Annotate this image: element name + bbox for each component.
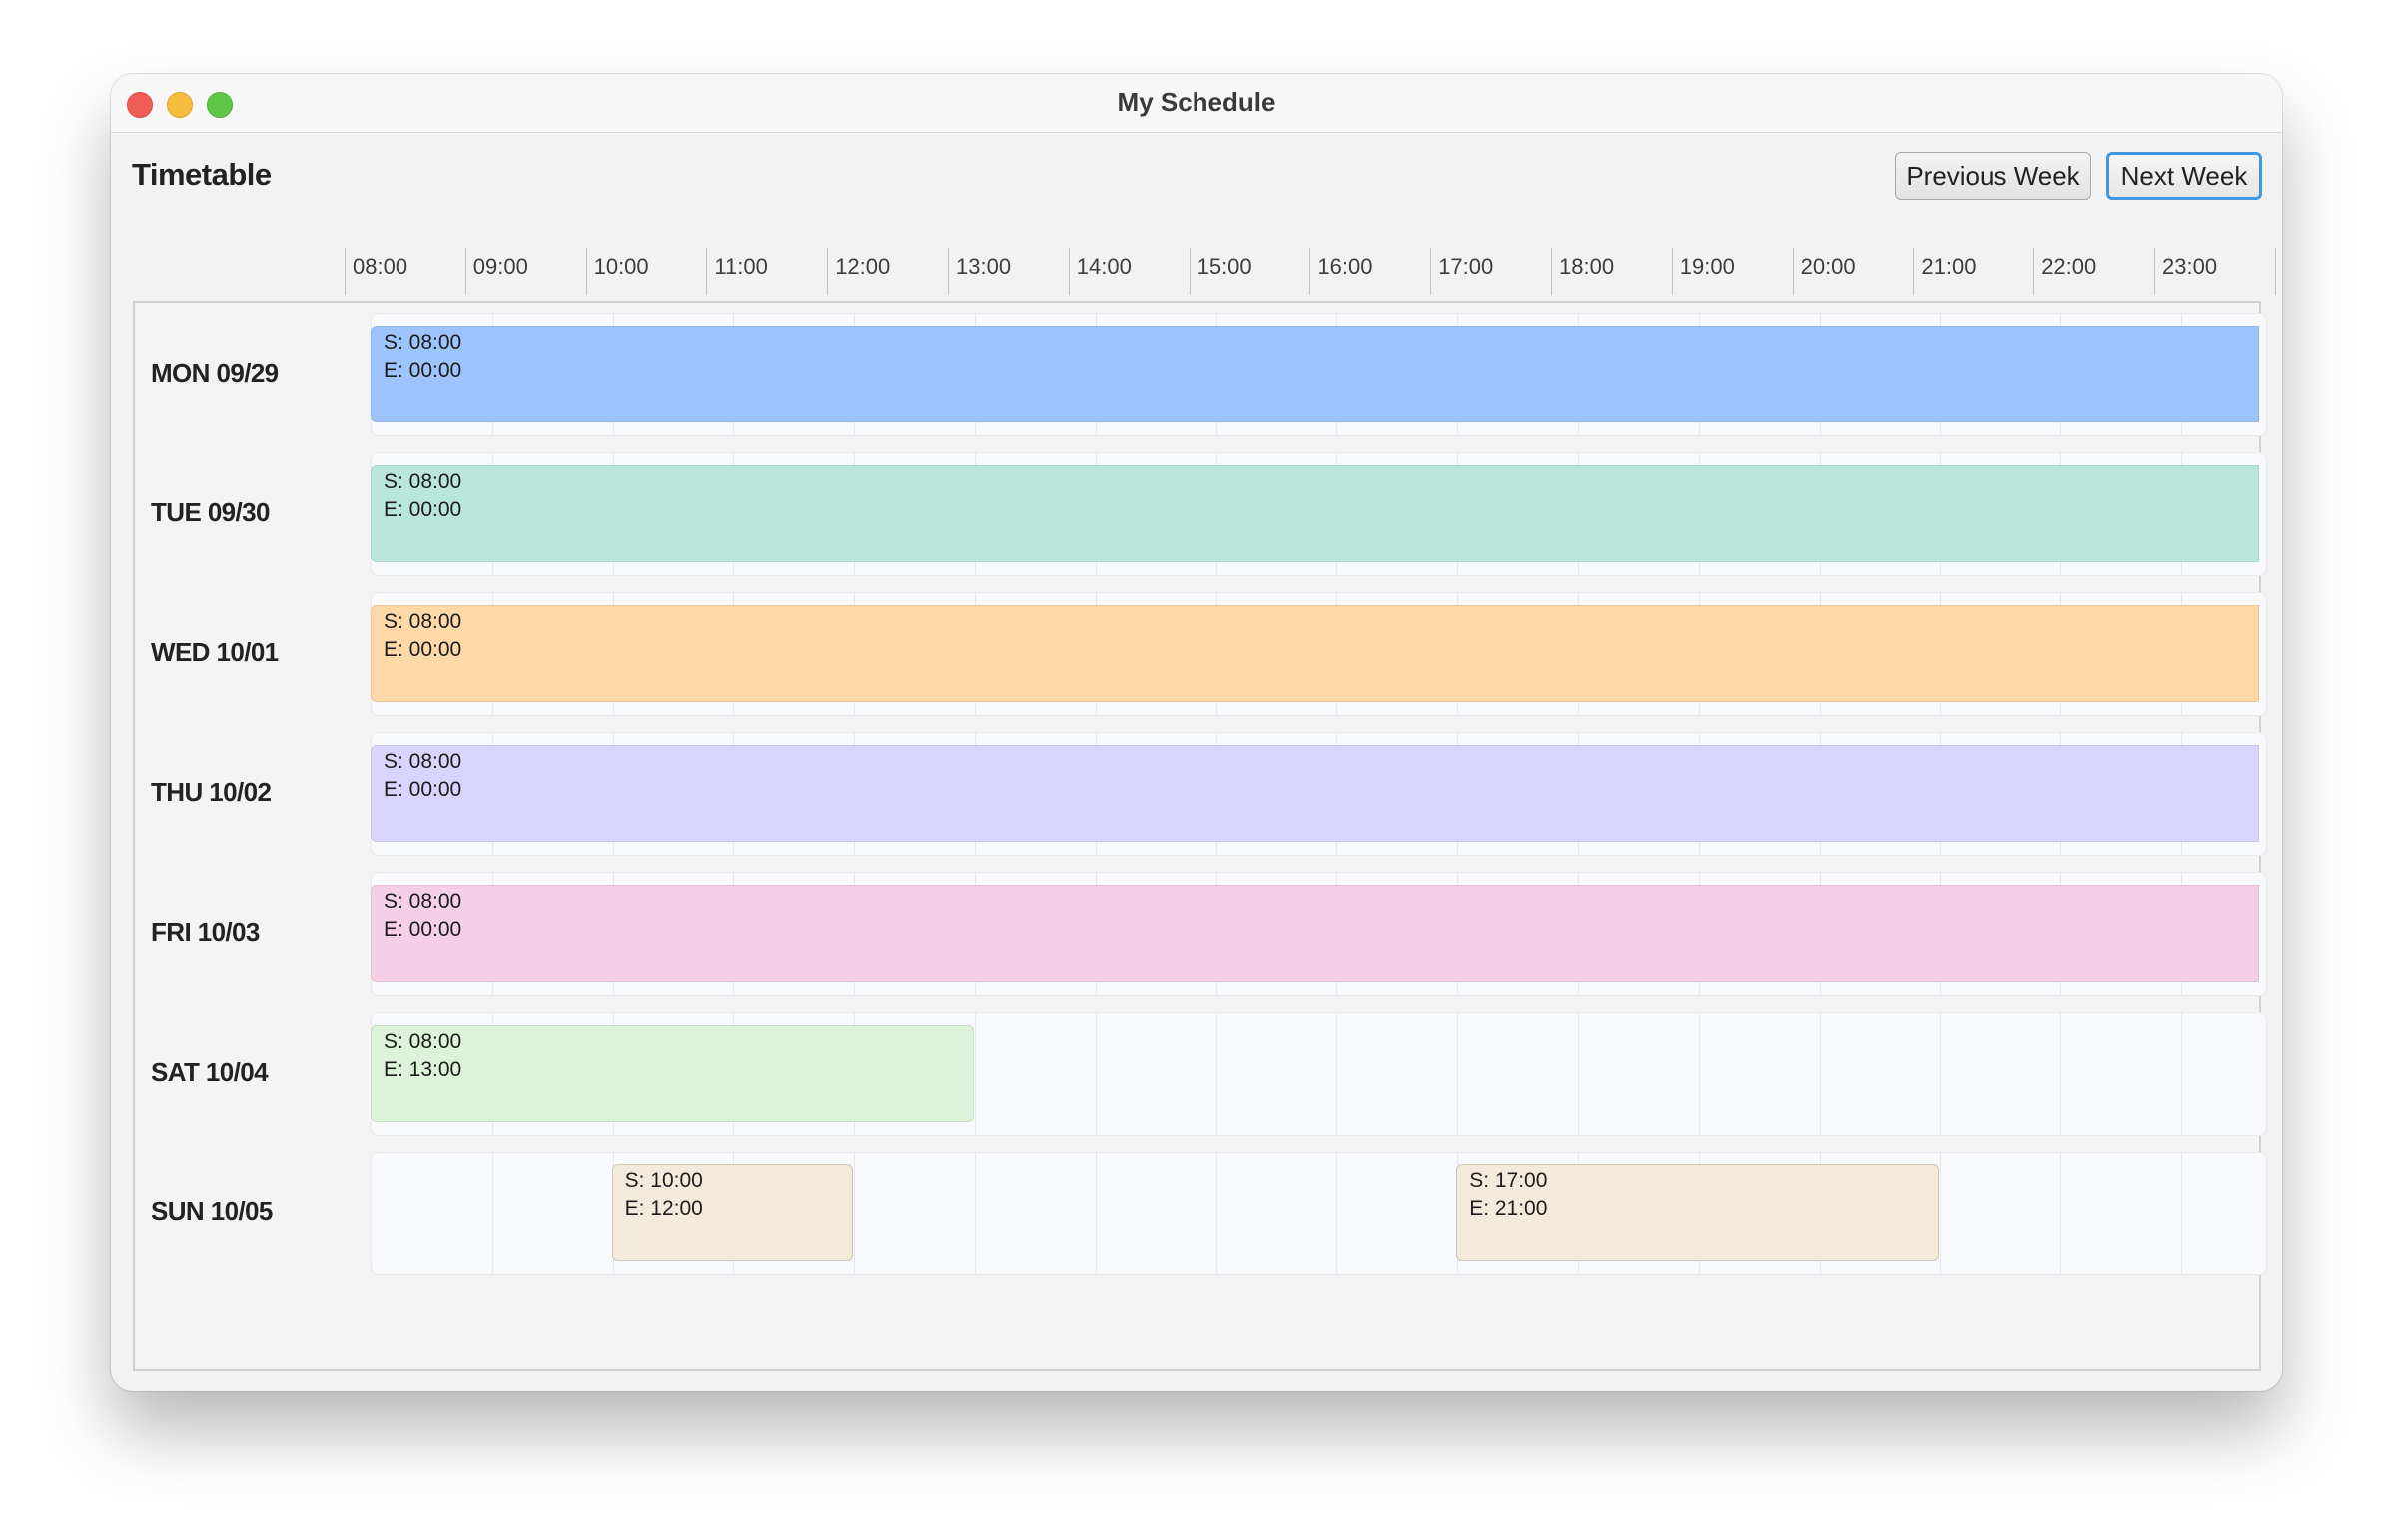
hour-tick <box>827 248 829 295</box>
grid-line <box>2060 1153 2062 1274</box>
hour-tick <box>1068 248 1070 295</box>
hour-label: 13:00 <box>956 254 1012 279</box>
grid-line <box>1457 1013 1459 1135</box>
hour-tick <box>1189 248 1191 295</box>
grid-line <box>1215 1013 1217 1135</box>
grid-line <box>975 1153 976 1274</box>
event-block[interactable]: S: 08:00 E: 13:00 <box>371 1025 974 1122</box>
hour-label: 10:00 <box>593 254 649 279</box>
grid-line <box>2181 1153 2182 1274</box>
grid-line <box>1095 1013 1097 1135</box>
grid-line <box>1578 1013 1579 1135</box>
event-block[interactable]: S: 08:00 E: 00:00 <box>371 885 2259 982</box>
next-week-button[interactable]: Next Week <box>2106 152 2262 200</box>
window-title: My Schedule <box>1117 87 1276 117</box>
hour-tick <box>2274 248 2276 295</box>
hour-tick <box>1551 248 1552 295</box>
grid-line <box>1095 1153 1097 1274</box>
app-window: My Schedule Timetable Previous Week Next… <box>111 74 2282 1391</box>
hour-label: 16:00 <box>1317 254 1373 279</box>
hour-tick <box>464 248 466 295</box>
hour-tick <box>1309 248 1311 295</box>
event-block[interactable]: S: 08:00 E: 00:00 <box>371 605 2259 702</box>
hour-label: 11:00 <box>714 254 768 279</box>
day-label: SAT 10/04 <box>151 1057 269 1087</box>
event-block[interactable]: S: 08:00 E: 00:00 <box>371 465 2259 562</box>
grid-line <box>1940 1153 1942 1274</box>
grid-line <box>491 1153 493 1274</box>
day-label: WED 10/01 <box>151 637 279 667</box>
day-label: FRI 10/03 <box>151 917 260 947</box>
event-start-time: S: 08:00 <box>384 331 462 354</box>
hour-label: 22:00 <box>2041 254 2097 279</box>
grid-line <box>1336 1013 1338 1135</box>
hour-label: 09:00 <box>472 254 528 279</box>
event-start-time: S: 08:00 <box>384 610 462 633</box>
previous-week-button[interactable]: Previous Week <box>1895 152 2091 200</box>
grid-line <box>1819 1013 1821 1135</box>
event-block[interactable]: S: 10:00 E: 12:00 <box>611 1164 854 1261</box>
hour-tick <box>2033 248 2035 295</box>
event-start-time: S: 08:00 <box>384 890 462 913</box>
event-start-time: S: 08:00 <box>384 1030 462 1053</box>
hour-label: 14:00 <box>1076 254 1132 279</box>
page-title: Timetable <box>132 157 272 192</box>
hour-tick <box>585 248 587 295</box>
hour-tick <box>1792 248 1794 295</box>
hour-label: 18:00 <box>1559 254 1615 279</box>
hour-tick <box>948 248 949 295</box>
hour-tick <box>345 248 346 295</box>
event-start-time: S: 08:00 <box>384 470 462 493</box>
day-label: MON 09/29 <box>151 358 279 387</box>
hour-label: 17:00 <box>1438 254 1494 279</box>
hour-tick <box>706 248 708 295</box>
grid-line <box>975 1013 976 1135</box>
day-label: THU 10/02 <box>151 777 272 807</box>
event-end-time: E: 21:00 <box>1469 1197 1548 1220</box>
hour-tick <box>1430 248 1432 295</box>
event-end-time: E: 00:00 <box>384 498 462 521</box>
grid-line <box>1215 1153 1217 1274</box>
grid-line <box>1336 1153 1338 1274</box>
hour-label: 15:00 <box>1196 254 1252 279</box>
grid-line <box>1698 1013 1700 1135</box>
day-label: TUE 09/30 <box>151 497 270 527</box>
hour-tick <box>1913 248 1915 295</box>
event-start-time: S: 17:00 <box>1469 1169 1548 1192</box>
day-label: SUN 10/05 <box>151 1196 273 1226</box>
hour-tick <box>2154 248 2155 295</box>
hour-label: 08:00 <box>353 254 408 279</box>
title-bar: My Schedule <box>111 74 2282 133</box>
timetable-panel: MON 09/29 S: 08:00 E: 00:00 TUE 09/30 S: 08:… <box>133 301 2267 1371</box>
grid-line <box>2060 1013 2062 1135</box>
event-end-time: E: 00:00 <box>384 918 462 941</box>
event-end-time: E: 12:00 <box>624 1197 703 1220</box>
event-block[interactable]: S: 08:00 E: 00:00 <box>371 745 2259 842</box>
grid-line <box>854 1153 856 1274</box>
hour-tick <box>1671 248 1673 295</box>
hour-label: 19:00 <box>1679 254 1735 279</box>
event-end-time: E: 13:00 <box>384 1058 462 1081</box>
grid-line <box>2181 1013 2182 1135</box>
event-end-time: E: 00:00 <box>384 359 462 382</box>
event-start-time: S: 08:00 <box>384 750 462 773</box>
event-end-time: E: 00:00 <box>384 778 462 801</box>
event-start-time: S: 10:00 <box>624 1169 703 1192</box>
hour-label: 23:00 <box>2162 254 2218 279</box>
hour-label: 12:00 <box>835 254 891 279</box>
grid-line <box>1940 1013 1942 1135</box>
hour-label: 21:00 <box>1921 254 1977 279</box>
hour-label: 20:00 <box>1800 254 1856 279</box>
event-end-time: E: 00:00 <box>384 638 462 661</box>
event-block[interactable]: S: 17:00 E: 21:00 <box>1456 1164 1940 1261</box>
event-block[interactable]: S: 08:00 E: 00:00 <box>371 326 2259 422</box>
